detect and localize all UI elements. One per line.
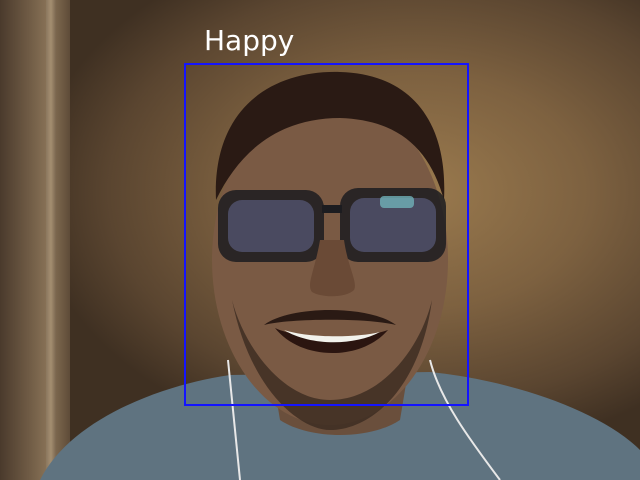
webcam-frame: Happy xyxy=(0,0,640,480)
face-bounding-box xyxy=(184,63,469,406)
emotion-label: Happy xyxy=(204,24,295,57)
